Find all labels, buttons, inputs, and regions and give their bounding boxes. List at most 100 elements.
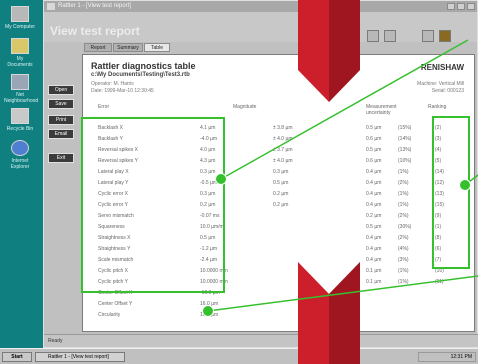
my-computer-icon[interactable]: My Computer bbox=[4, 6, 36, 30]
table-row: Backlash X 4.1 µm ± 3.8 µm 0.5 µm (15%) (2) bbox=[83, 124, 474, 133]
percent-cell: (1%) bbox=[398, 279, 409, 285]
value-cell: 10.0000 mm bbox=[200, 268, 228, 274]
error-cell: Straightness X bbox=[98, 235, 131, 241]
tab-table[interactable]: Table bbox=[144, 43, 170, 52]
report-operator: Operator: M. Harris bbox=[91, 81, 134, 87]
ranking-cell: (6) bbox=[435, 246, 442, 252]
table-row: Straightness X 0.5 µm 0.4 µm (2%) (8) bbox=[83, 234, 474, 243]
save-button[interactable]: Save bbox=[48, 99, 74, 109]
start-button[interactable]: Start bbox=[2, 352, 32, 362]
uncertainty-cell: 0.6 µm bbox=[366, 158, 382, 164]
document-icon[interactable] bbox=[384, 30, 396, 42]
ranking-cell: (8) bbox=[435, 235, 442, 241]
email-button[interactable]: Email bbox=[48, 129, 74, 139]
table-row: Straightness Y -1.2 µm 0.4 µm (4%) (6) bbox=[83, 245, 474, 254]
error-cell: Cyclic error X bbox=[98, 191, 129, 197]
percent-cell: (1%) bbox=[398, 169, 409, 175]
ranking-cell: (7) bbox=[435, 257, 442, 263]
ranking-cell: (3) bbox=[435, 136, 442, 142]
error-cell: Backlash Y bbox=[98, 136, 123, 142]
value-cell: 0.3 µm bbox=[200, 169, 216, 175]
ranking-cell: (4) bbox=[435, 147, 442, 153]
ranking-cell: (11) bbox=[435, 279, 444, 285]
uncertainty-cell: 0.4 µm bbox=[366, 235, 382, 241]
table-row: Center Offset X -10.0 µm bbox=[83, 289, 474, 298]
table-row: Lateral play Y -0.5 µm 0.5 µm 0.4 µm (2%) (12… bbox=[83, 179, 474, 188]
error-cell: Center Offset Y bbox=[98, 301, 133, 307]
magnitude-cell: ± 4.0 µm bbox=[273, 158, 293, 164]
value-cell: 10.0000 mm bbox=[200, 279, 228, 285]
table-row: Cyclic pitch Y 10.0000 mm 0.1 µm (1%) (11) bbox=[83, 278, 474, 287]
computer-icon bbox=[11, 6, 29, 22]
ranking-cell: (1) bbox=[435, 224, 442, 230]
table-row: Scale mismatch -2.4 µm 0.4 µm (3%) (7) bbox=[83, 256, 474, 265]
uncertainty-cell: 0.5 µm bbox=[366, 224, 382, 230]
open-button[interactable]: Open bbox=[48, 85, 74, 95]
printer-icon[interactable] bbox=[422, 30, 434, 42]
value-cell: 4.3 µm bbox=[200, 158, 216, 164]
error-cell: Lateral play Y bbox=[98, 180, 129, 186]
uncertainty-cell: 0.5 µm bbox=[366, 147, 382, 153]
print-button[interactable]: Print bbox=[48, 115, 74, 125]
status-text: Ready bbox=[48, 338, 63, 344]
status-bar: Ready bbox=[44, 334, 478, 347]
report-page: Rattler diagnostics table c:\My Document… bbox=[82, 54, 475, 332]
percent-cell: (2%) bbox=[398, 180, 409, 186]
table-row: Cyclic error X 0.3 µm 0.2 µm 0.4 µm (1%) (13) bbox=[83, 190, 474, 199]
maximize-icon[interactable] bbox=[457, 3, 465, 10]
settings-icon[interactable] bbox=[439, 30, 451, 42]
value-cell: -1.2 µm bbox=[200, 246, 218, 252]
uncertainty-cell: 0.4 µm bbox=[366, 202, 382, 208]
ranking-cell: (10) bbox=[435, 268, 444, 274]
uncertainty-cell: 0.1 µm bbox=[366, 268, 382, 274]
percent-cell: (30%) bbox=[398, 224, 412, 230]
value-cell: -10.0 µm bbox=[200, 290, 220, 296]
report-date: Date: 1999-Mar-10 12:30:45 bbox=[91, 88, 154, 94]
value-cell: -4.0 µm bbox=[200, 136, 218, 142]
minimize-icon[interactable] bbox=[447, 3, 455, 10]
value-cell: -0.5 µm bbox=[200, 180, 218, 186]
ranking-cell: (14) bbox=[435, 169, 444, 175]
table-row: Circularity 18.7 µm bbox=[83, 311, 474, 320]
magnitude-cell: 0.2 µm bbox=[273, 191, 289, 197]
internet-icon[interactable]: Internet Explorer bbox=[4, 140, 36, 170]
close-icon[interactable] bbox=[467, 3, 475, 10]
column-header-uncertainty: Measurement uncertainty bbox=[366, 104, 397, 116]
error-cell: Reversal spikes Y bbox=[98, 158, 138, 164]
ranking-cell: (13) bbox=[435, 191, 444, 197]
error-cell: Servo mismatch bbox=[98, 213, 134, 219]
ranking-cell: (9) bbox=[435, 213, 442, 219]
magnitude-cell: 0.3 µm bbox=[273, 169, 289, 175]
percent-cell: (1%) bbox=[398, 202, 409, 208]
percent-cell: (3%) bbox=[398, 257, 409, 263]
report-machine: Machine: Vertical Mill bbox=[417, 81, 464, 87]
globe-icon bbox=[11, 140, 29, 156]
error-cell: Center Offset X bbox=[98, 290, 133, 296]
uncertainty-cell: 0.6 µm bbox=[366, 136, 382, 142]
uncertainty-cell: 0.4 µm bbox=[366, 180, 382, 186]
exit-button[interactable]: Exit bbox=[48, 153, 74, 163]
tab-summary[interactable]: Summary bbox=[113, 43, 143, 52]
window-titlebar[interactable]: Rattler 1 - [View test report] bbox=[44, 1, 477, 12]
folder-icon bbox=[11, 38, 29, 54]
uncertainty-cell: 0.5 µm bbox=[366, 125, 382, 131]
ranking-cell: (5) bbox=[435, 158, 442, 164]
uncertainty-cell: 0.4 µm bbox=[366, 246, 382, 252]
desktop-icon-label: Recycle Bin bbox=[6, 126, 34, 132]
camera-icon[interactable] bbox=[367, 30, 379, 42]
recycle-bin-icon[interactable]: Recycle Bin bbox=[4, 108, 36, 132]
app-window: Rattler 1 - [View test report] View test… bbox=[43, 0, 478, 348]
ranking-cell: (12) bbox=[435, 180, 444, 186]
table-row: Squareness 10.0 µm/m 0.5 µm (30%) (1) bbox=[83, 223, 474, 232]
my-documents-icon[interactable]: My Documents bbox=[4, 38, 36, 68]
network-icon[interactable]: Net Neighbourhood bbox=[4, 74, 38, 104]
uncertainty-cell: 0.4 µm bbox=[366, 169, 382, 175]
view-header: View test report bbox=[44, 12, 477, 42]
taskbar-item[interactable]: Rattler 1 - [View test report] bbox=[35, 352, 125, 362]
percent-cell: (13%) bbox=[398, 147, 412, 153]
magnitude-cell: ± 4.0 µm bbox=[273, 136, 293, 142]
value-cell: 4.1 µm bbox=[200, 125, 216, 131]
tab-report[interactable]: Report bbox=[84, 43, 112, 52]
uncertainty-cell: 0.2 µm bbox=[366, 213, 382, 219]
system-tray-clock: 12:31 PM bbox=[418, 352, 476, 362]
